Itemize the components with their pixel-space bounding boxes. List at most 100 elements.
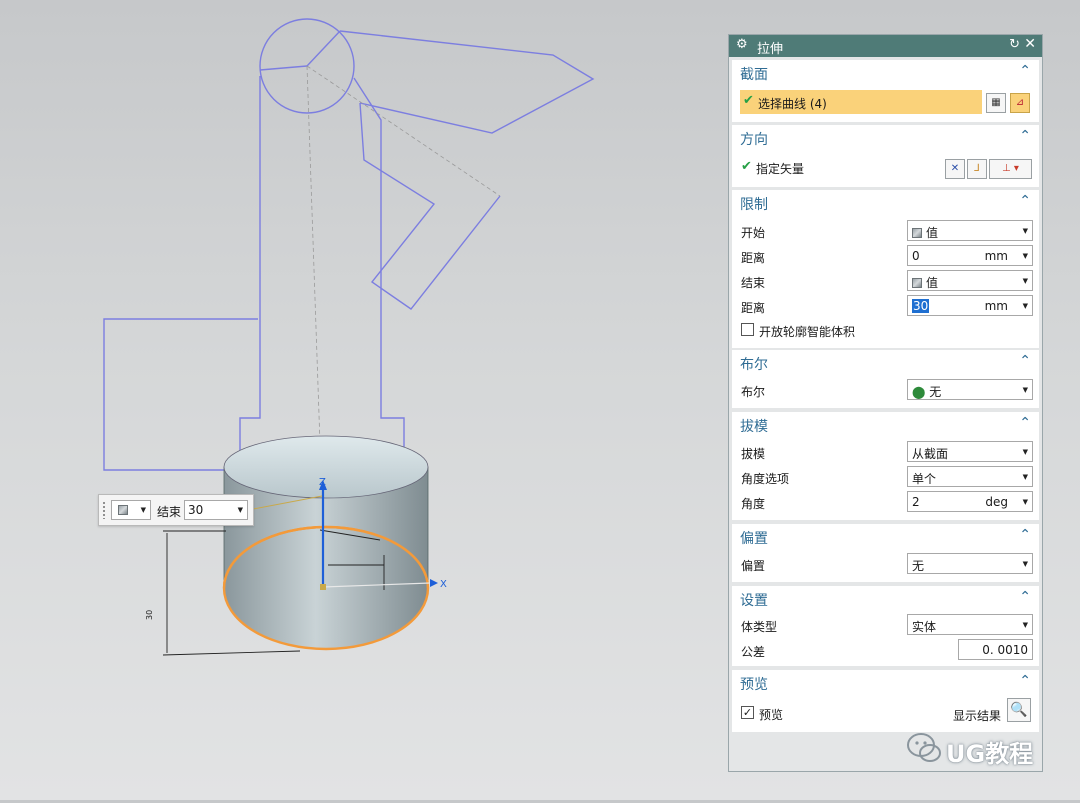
boolean-select[interactable]: ⬤ 无 ▼ bbox=[907, 379, 1033, 400]
sketch-section-icon[interactable]: ▦ bbox=[986, 93, 1006, 113]
tolerance-value: 0. 0010 bbox=[982, 643, 1028, 657]
sketch-arm-outline bbox=[239, 76, 261, 470]
section-header[interactable]: 截面 ⌃ bbox=[732, 60, 1039, 84]
open-profile-checkbox[interactable] bbox=[741, 323, 754, 336]
start-distance-field[interactable]: 0 mm ▼ bbox=[907, 245, 1033, 266]
draft-row: 拔模 从截面 ▼ bbox=[732, 440, 1039, 464]
end-row: 结束 值 ▼ bbox=[732, 269, 1039, 293]
chevron-down-icon: ▼ bbox=[1022, 560, 1028, 568]
body-type-label: 体类型 bbox=[741, 620, 778, 634]
toolbar-grip[interactable] bbox=[102, 501, 106, 519]
collapse-icon[interactable]: ⌃ bbox=[1019, 673, 1031, 689]
curve-select-icon[interactable]: ⊿ bbox=[1010, 93, 1030, 113]
direction-section: 方向 ⌃ ✔ 指定矢量 ✕ ⅃ ⊥ ▾ bbox=[732, 125, 1039, 187]
chevron-down-icon: ▼ bbox=[1022, 473, 1028, 481]
magnifier-icon[interactable]: 🔍 bbox=[1007, 698, 1031, 722]
end-label: 结束 bbox=[741, 276, 766, 290]
section-title: 截面 bbox=[740, 67, 768, 83]
section-section: 截面 ⌃ ✔ 选择曲线 (4) ▦ ⊿ bbox=[732, 60, 1039, 122]
boolean-header[interactable]: 布尔 ⌃ bbox=[732, 350, 1039, 374]
draft-header[interactable]: 拔模 ⌃ bbox=[732, 412, 1039, 436]
boolean-none-icon: ⬤ bbox=[912, 385, 926, 399]
gear-icon[interactable]: ⚙ bbox=[736, 37, 748, 52]
dialog-title: 拉伸 bbox=[757, 42, 784, 57]
preview-header[interactable]: 预览 ⌃ bbox=[732, 670, 1039, 694]
unit-label: deg bbox=[985, 495, 1008, 509]
preview-section: 预览 ⌃ ✓ 预览 显示结果 🔍 bbox=[732, 670, 1039, 732]
close-icon[interactable]: ✕ bbox=[1024, 36, 1036, 52]
start-distance-row: 距离 0 mm ▼ bbox=[732, 244, 1039, 268]
angle-option-select[interactable]: 单个 ▼ bbox=[907, 466, 1033, 487]
select-curve-label: 选择曲线 (4) bbox=[758, 97, 827, 111]
chevron-down-icon[interactable]: ▼ bbox=[1023, 498, 1028, 506]
end-distance-row: 距离 30 mm ▼ bbox=[732, 294, 1039, 318]
preview-title: 预览 bbox=[740, 677, 768, 693]
offset-select[interactable]: 无 ▼ bbox=[907, 553, 1033, 574]
collapse-icon[interactable]: ⌃ bbox=[1019, 63, 1031, 79]
open-profile-label: 开放轮廓智能体积 bbox=[759, 325, 856, 339]
start-type-select[interactable]: 值 ▼ bbox=[907, 220, 1033, 241]
check-icon: ✔ bbox=[743, 93, 754, 108]
dialog-title-bar[interactable]: ⚙ 拉伸 ↻ ✕ bbox=[729, 35, 1042, 57]
tolerance-row: 公差 0. 0010 bbox=[732, 638, 1039, 662]
preview-checkbox[interactable]: ✓ bbox=[741, 706, 754, 719]
collapse-icon[interactable]: ⌃ bbox=[1019, 527, 1031, 543]
vector-type-select[interactable]: ⊥ ▾ bbox=[989, 159, 1032, 179]
start-label: 开始 bbox=[741, 226, 766, 240]
offset-row: 偏置 无 ▼ bbox=[732, 552, 1039, 576]
collapse-icon[interactable]: ⌃ bbox=[1019, 589, 1031, 605]
end-type-select[interactable]: 值 ▼ bbox=[907, 270, 1033, 291]
distance-label: 距离 bbox=[741, 251, 766, 265]
angle-value: 2 bbox=[912, 495, 920, 509]
end-type-value: 值 bbox=[926, 276, 939, 290]
collapse-icon[interactable]: ⌃ bbox=[1019, 353, 1031, 369]
collapse-icon[interactable]: ⌃ bbox=[1019, 128, 1031, 144]
angle-option-value: 单个 bbox=[912, 472, 937, 486]
sketch-left-bracket bbox=[103, 318, 258, 471]
chevron-down-icon: ▼ bbox=[140, 506, 146, 514]
draft-value: 从截面 bbox=[912, 447, 949, 461]
limits-section: 限制 ⌃ 开始 值 ▼ 距离 0 mm ▼ 结束 值 ▼ 距离 30 mm ▼ … bbox=[732, 190, 1039, 348]
start-type-value: 值 bbox=[926, 226, 939, 240]
draft-select[interactable]: 从截面 ▼ bbox=[907, 441, 1033, 462]
preview-label: 预览 bbox=[759, 708, 784, 722]
limits-header[interactable]: 限制 ⌃ bbox=[732, 190, 1039, 214]
tolerance-label: 公差 bbox=[741, 645, 766, 659]
end-distance-field[interactable]: 30 ▼ bbox=[184, 500, 248, 520]
limits-title: 限制 bbox=[740, 197, 768, 213]
vector-dialog-icon[interactable]: ⅃ bbox=[967, 159, 987, 179]
offset-value: 无 bbox=[912, 559, 925, 573]
wechat-icon bbox=[907, 733, 941, 762]
collapse-icon[interactable]: ⌃ bbox=[1019, 415, 1031, 431]
angle-row: 角度 2 deg ▼ bbox=[732, 490, 1039, 514]
collapse-icon[interactable]: ⌃ bbox=[1019, 193, 1031, 209]
angle-field[interactable]: 2 deg ▼ bbox=[907, 491, 1033, 512]
watermark: UG教程 bbox=[906, 724, 1046, 774]
boolean-section: 布尔 ⌃ 布尔 ⬤ 无 ▼ bbox=[732, 350, 1039, 408]
select-curve-bar[interactable]: ✔ 选择曲线 (4) bbox=[740, 90, 982, 114]
boolean-value: 无 bbox=[929, 385, 942, 399]
offset-section: 偏置 ⌃ 偏置 无 ▼ bbox=[732, 524, 1039, 582]
reverse-direction-icon[interactable]: ✕ bbox=[945, 159, 965, 179]
sketch-right-edge bbox=[353, 77, 426, 493]
chevron-down-icon: ▼ bbox=[1022, 621, 1028, 629]
body-type-row: 体类型 实体 ▼ bbox=[732, 613, 1039, 637]
unit-label: mm bbox=[984, 299, 1008, 313]
axis-x-label: X bbox=[440, 579, 447, 590]
tolerance-field[interactable]: 0. 0010 bbox=[958, 639, 1033, 660]
distance-label: 距离 bbox=[741, 301, 766, 315]
settings-header[interactable]: 设置 ⌃ bbox=[732, 586, 1039, 610]
show-result-label: 显示结果 bbox=[953, 709, 1002, 723]
offset-header[interactable]: 偏置 ⌃ bbox=[732, 524, 1039, 548]
end-distance-field[interactable]: 30 mm ▼ bbox=[907, 295, 1033, 316]
chevron-down-icon: ▼ bbox=[1022, 386, 1028, 394]
settings-section: 设置 ⌃ 体类型 实体 ▼ 公差 0. 0010 bbox=[732, 586, 1039, 666]
chevron-down-icon[interactable]: ▼ bbox=[238, 506, 243, 514]
extruded-cylinder[interactable] bbox=[222, 435, 430, 651]
direction-header[interactable]: 方向 ⌃ bbox=[732, 125, 1039, 149]
reset-icon[interactable]: ↻ bbox=[1009, 37, 1020, 52]
end-type-select[interactable]: ▼ bbox=[111, 500, 151, 520]
chevron-down-icon[interactable]: ▼ bbox=[1023, 252, 1028, 260]
body-type-select[interactable]: 实体 ▼ bbox=[907, 614, 1033, 635]
chevron-down-icon[interactable]: ▼ bbox=[1023, 302, 1028, 310]
